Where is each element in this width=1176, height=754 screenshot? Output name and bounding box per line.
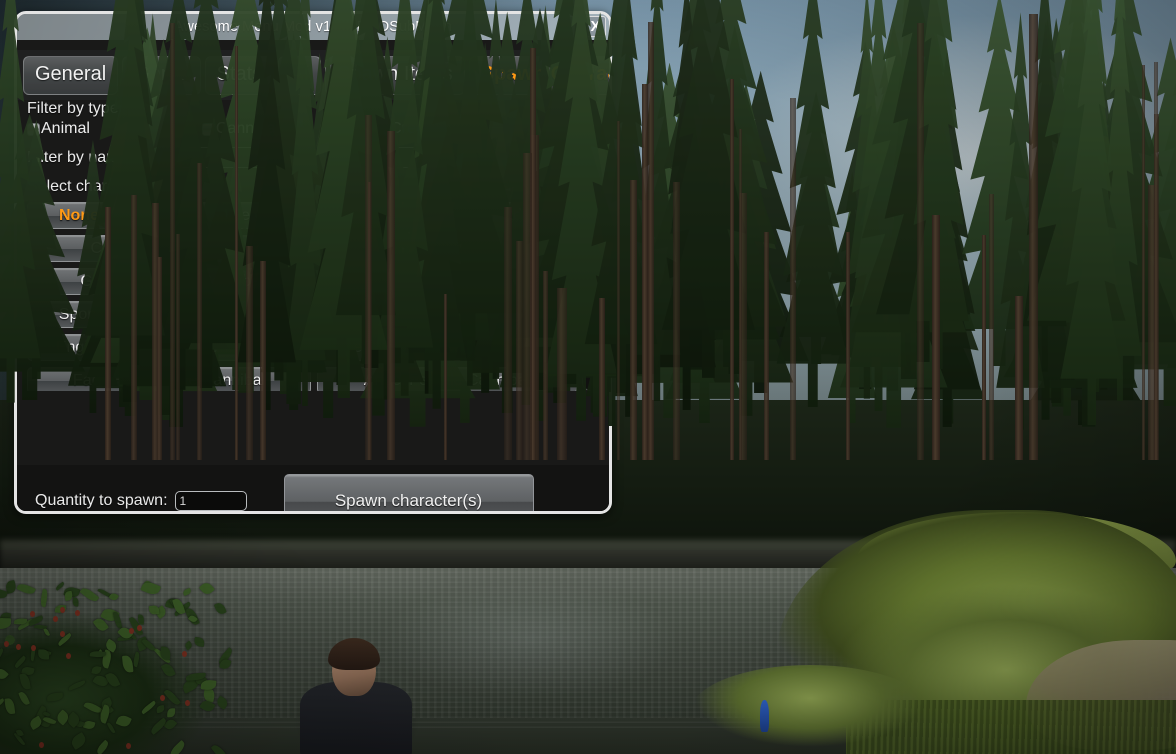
bush-leaf <box>18 673 31 691</box>
bush-leaf <box>194 637 206 648</box>
bush-leaf <box>43 627 51 637</box>
bush-leaf <box>155 704 166 713</box>
bush-berry <box>66 653 72 660</box>
bush-leaf <box>200 679 217 692</box>
game-scene-background <box>0 0 1176 754</box>
bush-leaf <box>214 695 230 710</box>
bush-berry <box>74 609 80 616</box>
foreground-bush <box>0 579 270 754</box>
bush-leaf <box>183 640 194 651</box>
bush-leaf <box>148 605 160 615</box>
bush-berry <box>181 650 187 657</box>
bush-leaf <box>91 665 103 676</box>
bush-leaf <box>167 707 176 718</box>
player-hair <box>328 638 380 670</box>
bush-leaf <box>159 645 171 660</box>
bush-leaf <box>121 655 134 674</box>
bush-leaf <box>39 588 50 608</box>
bush-berry <box>4 641 9 648</box>
bush-leaf <box>0 666 10 682</box>
bush-berry <box>59 607 65 614</box>
bush-leaf <box>0 647 6 666</box>
bush-leaf <box>17 690 30 707</box>
bush-leaf <box>198 580 215 597</box>
bush-leaf <box>95 739 111 754</box>
bottom-action-bar: Quantity to spawn: Spawn character(s) <box>17 465 609 511</box>
bush-leaf <box>38 649 49 660</box>
bush-leaf <box>160 661 176 679</box>
bush-berry <box>125 742 131 749</box>
bush-leaf <box>182 587 192 596</box>
bush-berry <box>59 630 65 637</box>
bush-leaf <box>71 596 79 607</box>
bush-leaf <box>69 731 89 750</box>
bush-leaf <box>210 742 230 754</box>
bush-leaf <box>79 586 100 605</box>
bush-berry <box>30 610 36 617</box>
bush-leaf <box>0 617 11 630</box>
bush-berry <box>159 694 165 701</box>
bush-berry <box>16 644 22 651</box>
bush-leaf <box>54 581 65 591</box>
bush-leaf <box>115 713 132 729</box>
bush-berry <box>30 644 36 651</box>
lake-sun-glint <box>380 580 680 700</box>
bush-berry <box>52 616 58 623</box>
bush-leaf <box>137 614 144 625</box>
bush-berry <box>38 741 44 748</box>
tab-general[interactable]: General <box>23 56 119 95</box>
mossy-island-center <box>690 665 930 754</box>
spawn-characters-button[interactable]: Spawn character(s) <box>283 473 534 511</box>
bush-leaf <box>106 721 116 735</box>
bush-leaf <box>83 720 96 731</box>
bush-leaf <box>112 611 123 630</box>
bush-leaf <box>108 591 120 602</box>
bush-leaf <box>164 688 182 707</box>
distant-blue-character <box>760 700 769 732</box>
bush-leaf <box>16 581 37 597</box>
bush-leaf <box>132 651 141 667</box>
bush-leaf <box>139 700 157 715</box>
bush-leaf <box>4 698 16 715</box>
quantity-input[interactable] <box>174 491 247 511</box>
quantity-row: Quantity to spawn: <box>17 491 247 511</box>
bush-leaf <box>46 692 64 701</box>
quantity-label: Quantity to spawn: <box>35 492 168 509</box>
checkbox-label: Animal <box>41 120 90 137</box>
bush-leaf <box>213 600 227 617</box>
bush-leaf <box>67 680 86 692</box>
bush-berry <box>185 700 191 707</box>
player-character <box>292 630 422 754</box>
bush-leaf <box>167 739 187 754</box>
bush-leaf <box>104 671 121 690</box>
